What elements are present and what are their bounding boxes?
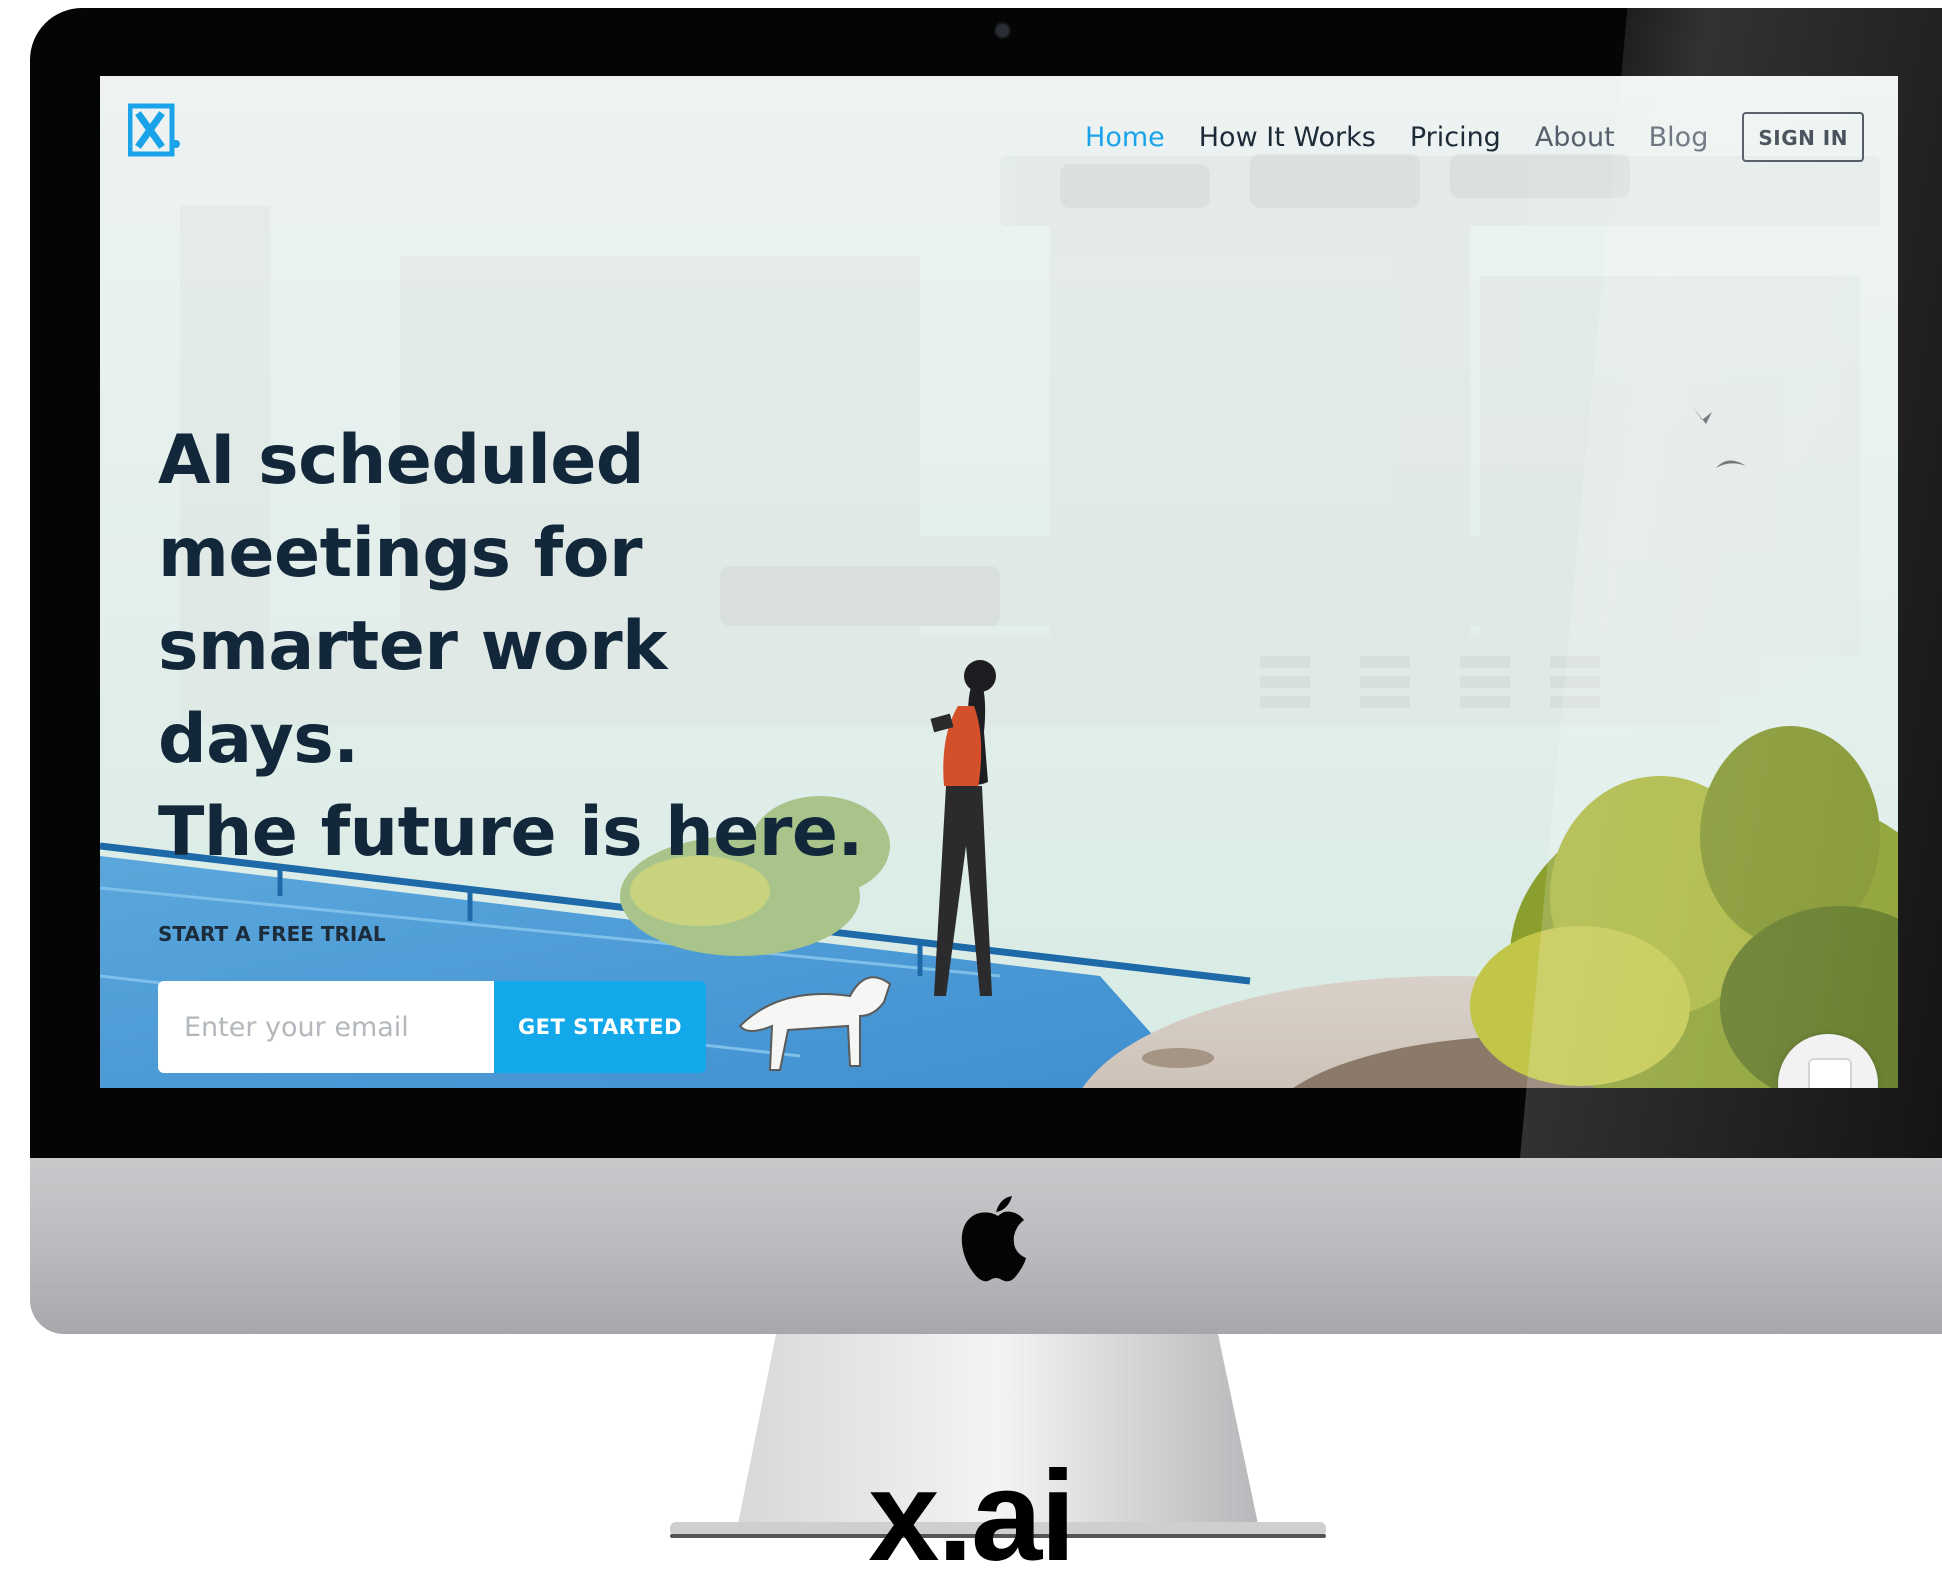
free-trial-label: START A FREE TRIAL [158, 922, 386, 946]
hero-title-line: days. [158, 700, 359, 779]
nav-blog[interactable]: Blog [1649, 122, 1709, 153]
nav-home[interactable]: Home [1085, 122, 1165, 153]
hero-title-line: meetings for [158, 514, 642, 593]
hero-title-line: smarter work [158, 607, 667, 686]
website-screen: Home How It Works Pricing About Blog SIG… [100, 76, 1898, 1088]
sign-in-button[interactable]: SIGN IN [1742, 112, 1864, 162]
camera-icon [994, 22, 1011, 39]
hero-title: AI scheduled meetings for smarter work d… [158, 414, 1058, 879]
get-started-button[interactable]: GET STARTED [494, 981, 706, 1073]
brand-caption: x.ai [868, 1445, 1076, 1588]
nav-about[interactable]: About [1535, 122, 1615, 153]
hero-title-line: AI scheduled [158, 421, 645, 500]
signup-form: GET STARTED [158, 981, 706, 1073]
nav-pricing[interactable]: Pricing [1410, 122, 1501, 153]
x-logo-icon[interactable] [128, 100, 182, 158]
top-nav: Home How It Works Pricing About Blog SIG… [1085, 112, 1864, 162]
apple-logo-icon [961, 1196, 1026, 1282]
hero-title-line: The future is here. [158, 793, 863, 872]
email-field[interactable] [158, 981, 494, 1073]
nav-how-it-works[interactable]: How It Works [1199, 122, 1376, 153]
